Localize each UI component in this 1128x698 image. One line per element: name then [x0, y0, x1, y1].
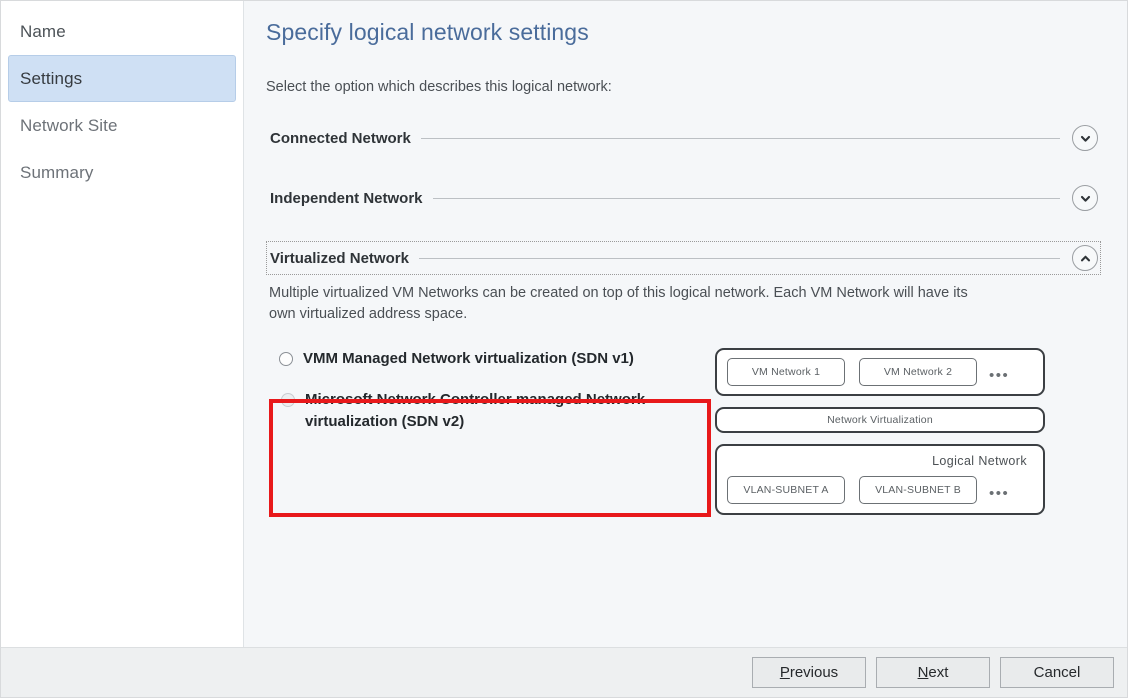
cancel-button[interactable]: Cancel: [1000, 657, 1114, 688]
group-header-virtualized-network[interactable]: Virtualized Network: [266, 241, 1101, 275]
radio-button-icon[interactable]: [279, 352, 293, 367]
accel-key: N: [917, 664, 929, 681]
group-rule: [420, 137, 1060, 139]
sidebar-item-label: Settings: [20, 68, 83, 88]
logical-network-container: Logical Network VLAN-SUBNET A VLAN-SUBNE…: [715, 444, 1045, 516]
group-title: Virtualized Network: [270, 249, 409, 267]
chevron-down-icon[interactable]: [1072, 185, 1098, 211]
ellipsis-icon: •••: [989, 367, 1010, 385]
button-label-rest: ext: [928, 664, 949, 681]
page-subtitle: Select the option which describes this l…: [266, 79, 612, 95]
sidebar-item-summary[interactable]: Summary: [8, 149, 236, 196]
previous-button[interactable]: Previous: [752, 657, 866, 688]
group-virtualized-network: Virtualized Network Multiple virtualized…: [266, 241, 1101, 518]
radio-option-label: VMM Managed Network virtualization (SDN …: [303, 350, 634, 368]
network-stack-diagram: VM Network 1 VM Network 2 ••• Network Vi…: [715, 345, 1101, 516]
chevron-up-icon[interactable]: [1072, 245, 1098, 271]
wizard-body: Name Settings Network Site Summary Speci…: [1, 1, 1127, 647]
group-rule: [432, 197, 1060, 199]
wizard-dialog: Name Settings Network Site Summary Speci…: [0, 0, 1128, 698]
sidebar-item-label: Name: [20, 21, 66, 41]
group-header-independent-network[interactable]: Independent Network: [266, 181, 1101, 215]
wizard-step-sidebar: Name Settings Network Site Summary: [1, 1, 244, 647]
accel-key: P: [779, 664, 790, 681]
options-row: VMM Managed Network virtualization (SDN …: [269, 345, 1101, 518]
vlan-subnet-chip: VLAN-SUBNET A: [727, 476, 845, 505]
radio-option-sdn-v2[interactable]: Microsoft Network Controller managed Net…: [269, 386, 715, 432]
group-rule: [418, 257, 1060, 259]
sidebar-item-settings[interactable]: Settings: [8, 55, 236, 102]
group-header-connected-network[interactable]: Connected Network: [266, 121, 1101, 155]
ellipsis-icon: •••: [989, 485, 1010, 503]
radio-option-label: Microsoft Network Controller managed Net…: [305, 391, 646, 430]
vlan-subnet-chip: VLAN-SUBNET B: [859, 476, 977, 505]
group-body-virtualized-network: Multiple virtualized VM Networks can be …: [266, 275, 1101, 518]
group-independent-network: Independent Network: [266, 181, 1101, 215]
vlan-subnets-row: VLAN-SUBNET A VLAN-SUBNET B •••: [727, 476, 1033, 505]
chevron-down-icon[interactable]: [1072, 125, 1098, 151]
logical-network-label: Logical Network: [932, 454, 1027, 469]
group-title: Independent Network: [270, 189, 423, 207]
radio-group-virtualization-type: VMM Managed Network virtualization (SDN …: [269, 345, 715, 518]
sidebar-item-label: Summary: [20, 162, 94, 182]
wizard-content-pane: Specify logical network settings Select …: [244, 1, 1127, 647]
vm-networks-container: VM Network 1 VM Network 2 •••: [715, 348, 1045, 397]
group-description: Multiple virtualized VM Networks can be …: [269, 285, 968, 323]
network-virtualization-layer: Network Virtualization: [715, 407, 1045, 434]
group-connected-network: Connected Network: [266, 121, 1101, 155]
vm-network-chip: VM Network 1: [727, 358, 845, 387]
vm-network-chip: VM Network 2: [859, 358, 977, 387]
group-title: Connected Network: [270, 129, 411, 147]
next-button[interactable]: Next: [876, 657, 990, 688]
radio-option-sdn-v1[interactable]: VMM Managed Network virtualization (SDN …: [269, 345, 715, 369]
dialog-footer: Previous Next Cancel: [1, 647, 1127, 697]
page-title: Specify logical network settings: [266, 19, 589, 45]
radio-button-icon[interactable]: [281, 393, 295, 408]
button-label-rest: revious: [789, 664, 839, 681]
sidebar-item-name[interactable]: Name: [8, 8, 236, 55]
sidebar-item-label: Network Site: [20, 115, 118, 135]
sidebar-item-network-site[interactable]: Network Site: [8, 102, 236, 149]
